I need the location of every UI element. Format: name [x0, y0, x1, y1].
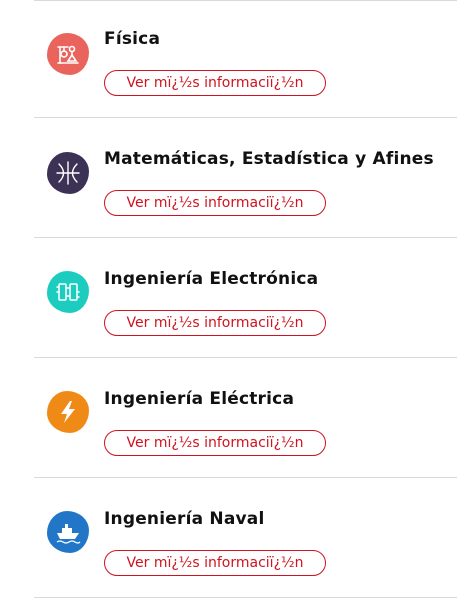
physics-icon — [47, 33, 89, 75]
divider — [34, 477, 457, 478]
career-title: Ingeniería Naval — [104, 509, 265, 529]
circuit-icon — [47, 271, 89, 313]
list-item-fisica: Física Ver mï¿½s informaciï¿½n — [0, 0, 457, 120]
career-title: Matemáticas, Estadística y Afines — [104, 149, 434, 169]
more-info-button[interactable]: Ver mï¿½s informaciï¿½n — [104, 430, 326, 456]
more-info-button[interactable]: Ver mï¿½s informaciï¿½n — [104, 70, 326, 96]
divider — [34, 357, 457, 358]
career-title: Física — [104, 29, 161, 49]
career-title: Ingeniería Eléctrica — [104, 389, 295, 409]
list-item-ing-electronica: Ingeniería Electrónica Ver mï¿½s informa… — [0, 240, 457, 360]
lightning-icon — [47, 391, 89, 433]
divider — [34, 117, 457, 118]
list-item-ing-electrica: Ingeniería Eléctrica Ver mï¿½s informaci… — [0, 360, 457, 480]
career-title: Ingeniería Electrónica — [104, 269, 319, 289]
list-item-matematicas: Matemáticas, Estadística y Afines Ver mï… — [0, 120, 457, 240]
divider — [34, 237, 457, 238]
more-info-button[interactable]: Ver mï¿½s informaciï¿½n — [104, 190, 326, 216]
more-info-button[interactable]: Ver mï¿½s informaciï¿½n — [104, 550, 326, 576]
more-info-button[interactable]: Ver mï¿½s informaciï¿½n — [104, 310, 326, 336]
intersection-icon — [47, 152, 89, 194]
ship-icon — [47, 511, 89, 553]
list-item-ing-naval: Ingeniería Naval Ver mï¿½s informaciï¿½n — [0, 480, 457, 600]
